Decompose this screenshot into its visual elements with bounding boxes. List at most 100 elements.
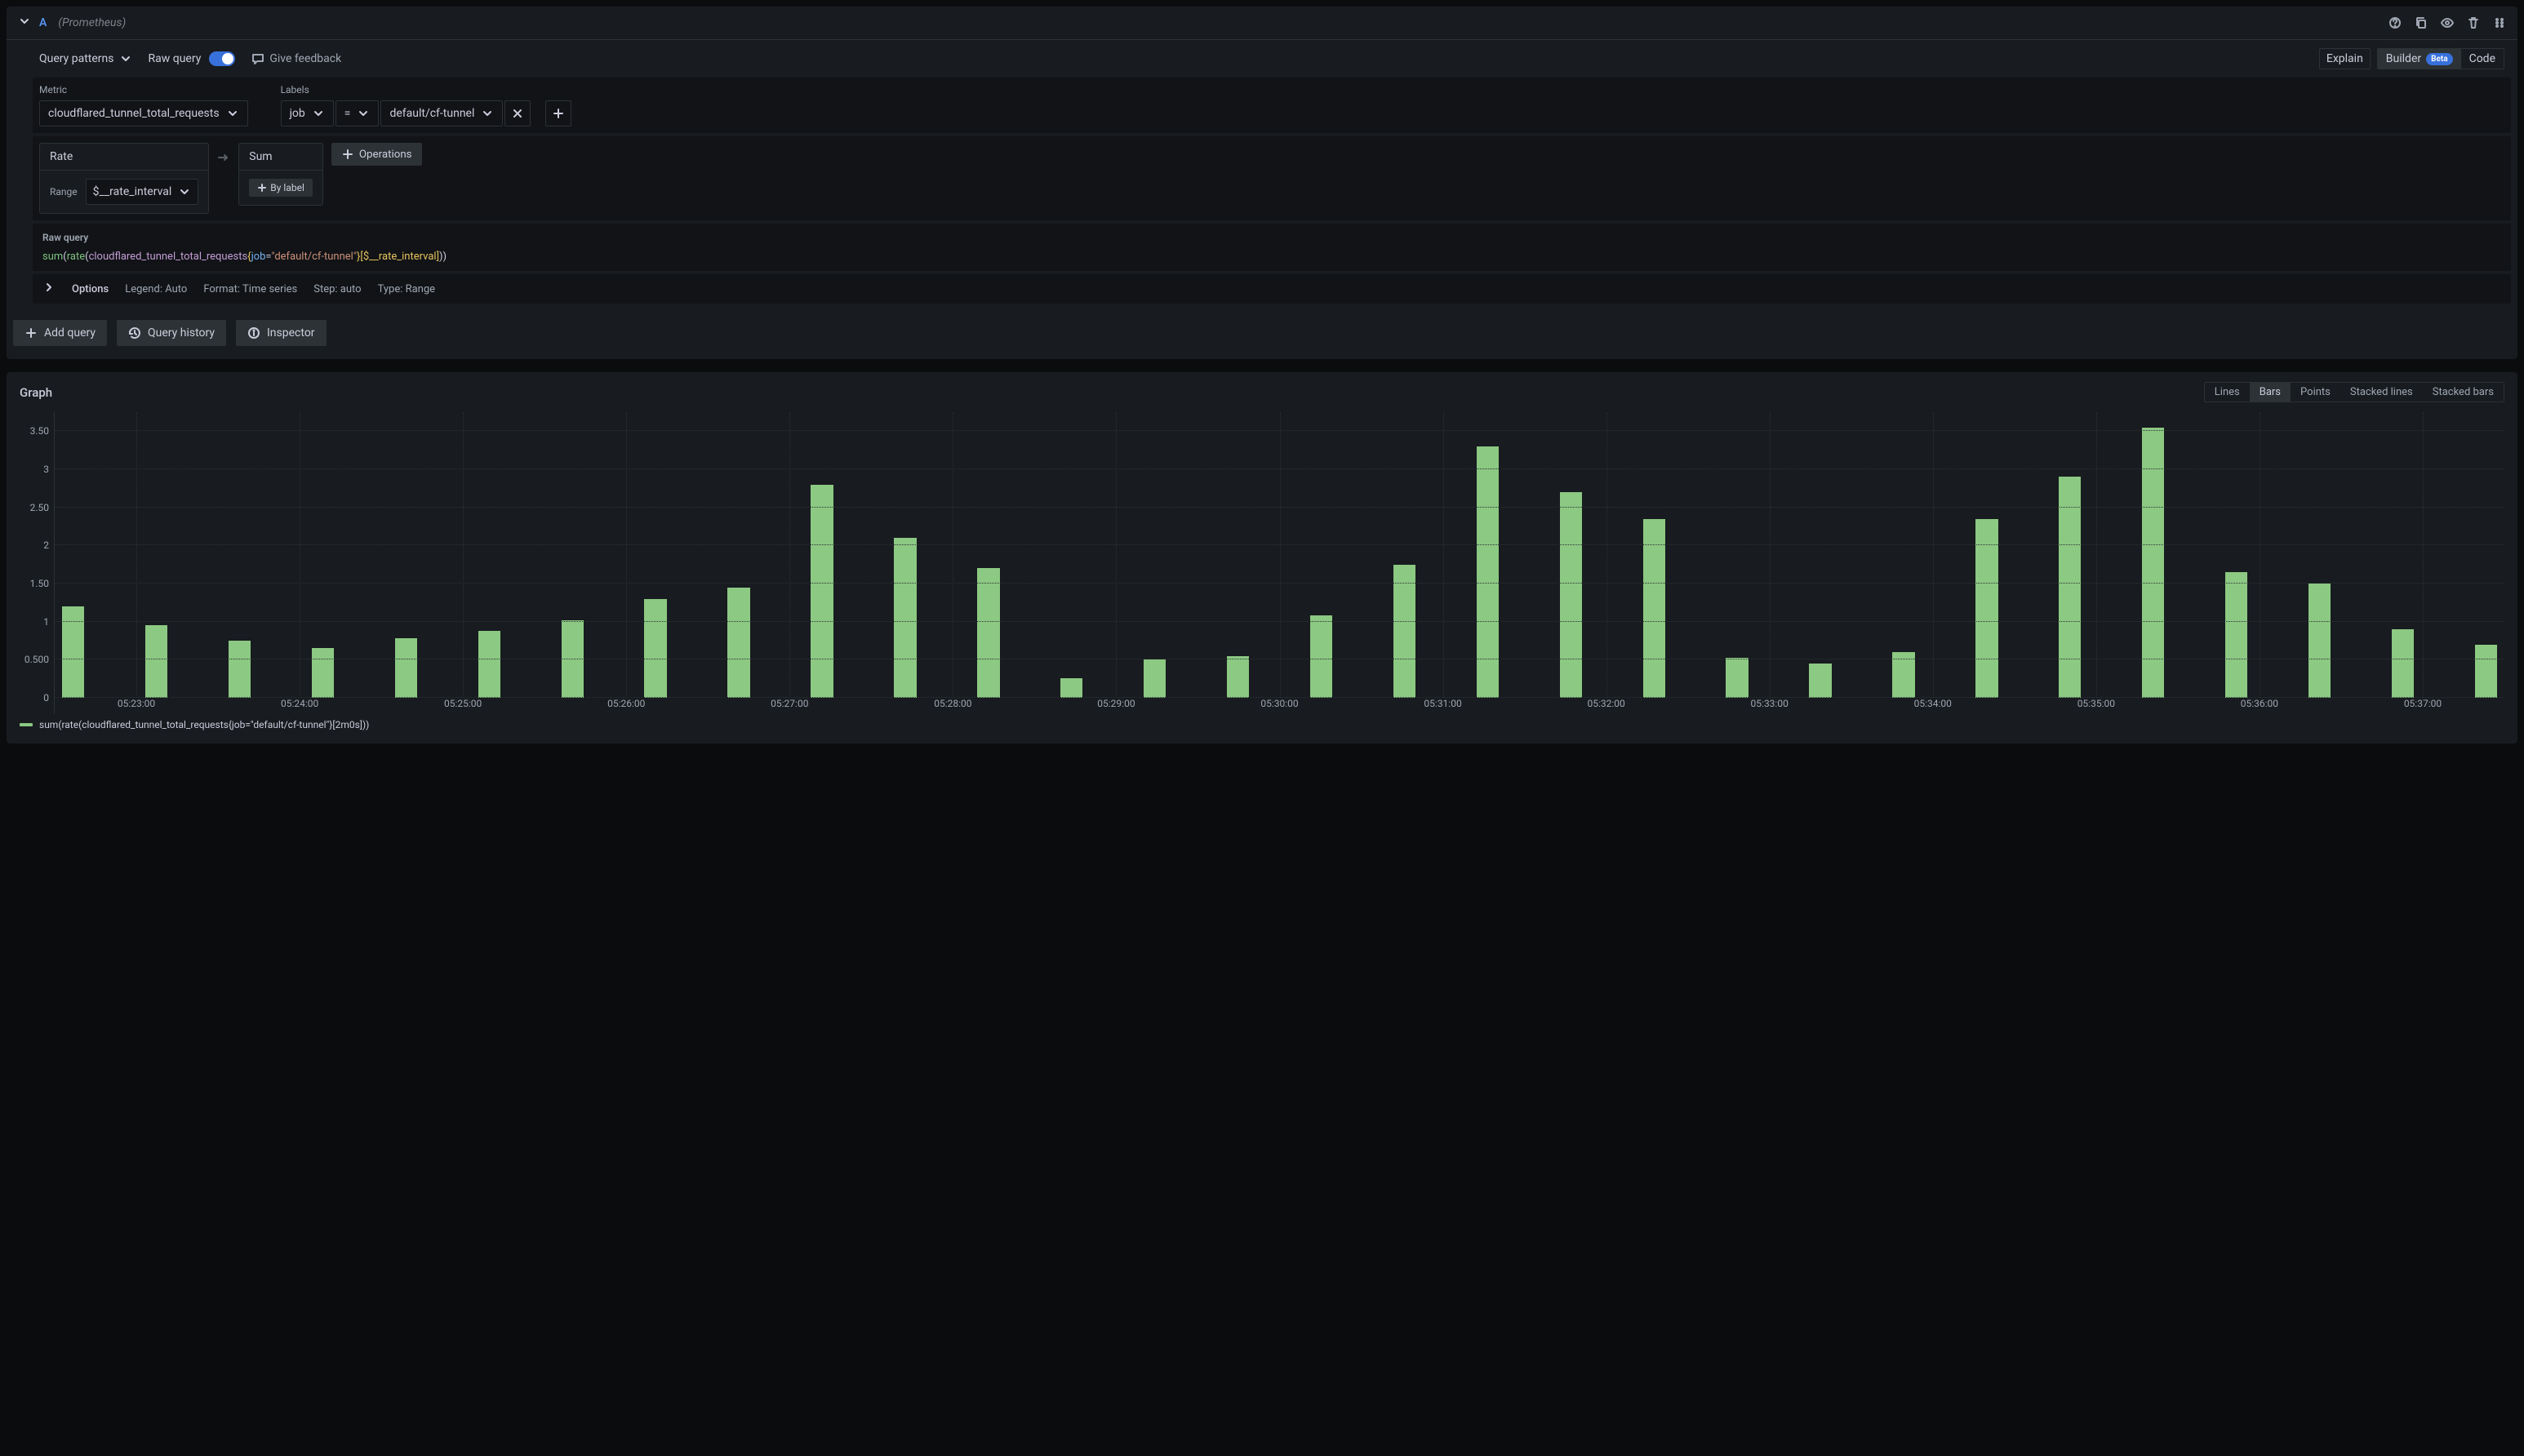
delete-button[interactable] bbox=[2464, 13, 2483, 33]
x-tick-label: 05:23:00 bbox=[118, 698, 155, 709]
arrow-connector bbox=[217, 143, 230, 164]
plot-area: 05:23:0005:24:0005:25:0005:26:0005:27:00… bbox=[54, 412, 2504, 714]
chart-bar bbox=[1144, 659, 1166, 698]
y-tick-label: 0 bbox=[43, 692, 49, 704]
help-button[interactable] bbox=[2385, 13, 2405, 33]
raw-query-toggle[interactable] bbox=[209, 51, 235, 66]
options-step: Step: auto bbox=[313, 283, 361, 295]
grid-vline bbox=[1933, 412, 1934, 698]
x-tick-label: 05:28:00 bbox=[934, 698, 971, 709]
explain-link[interactable]: Explain bbox=[2319, 48, 2371, 69]
collapse-query-button[interactable] bbox=[15, 11, 34, 34]
x-tick-label: 05:30:00 bbox=[1260, 698, 1298, 709]
chart-area: 00.50011.5022.5033.50 05:23:0005:24:0005… bbox=[20, 412, 2504, 714]
trash-icon bbox=[2467, 16, 2480, 29]
chart-bar bbox=[2308, 584, 2331, 698]
label-op-value: = bbox=[344, 107, 351, 120]
grid-vline bbox=[2423, 412, 2424, 698]
help-circle-icon bbox=[2388, 16, 2402, 29]
y-tick-label: 3.50 bbox=[30, 425, 49, 437]
query-history-button[interactable]: Query history bbox=[117, 320, 226, 346]
sum-operation-card: Sum By label bbox=[238, 143, 323, 206]
graph-mode-stacked-lines[interactable]: Stacked lines bbox=[2340, 383, 2423, 402]
raw-query-code: sum(rate(cloudflared_tunnel_total_reques… bbox=[42, 248, 2501, 263]
add-query-button[interactable]: Add query bbox=[13, 320, 107, 346]
graph-mode-stacked-bars[interactable]: Stacked bars bbox=[2423, 383, 2504, 402]
legend-text: sum(rate(cloudflared_tunnel_total_reques… bbox=[39, 719, 369, 730]
x-tick-label: 05:25:00 bbox=[444, 698, 482, 709]
rate-operation-card: Rate Range $__rate_interval bbox=[39, 143, 209, 214]
add-query-label: Add query bbox=[44, 326, 96, 340]
grid-vline bbox=[1770, 412, 1771, 698]
grid-vline bbox=[1606, 412, 1607, 698]
y-tick-label: 2.50 bbox=[30, 502, 49, 513]
plus-icon bbox=[552, 107, 565, 120]
chevron-down-icon bbox=[119, 52, 132, 65]
inspector-button[interactable]: Inspector bbox=[236, 320, 327, 346]
datasource-name: (Prometheus) bbox=[58, 16, 126, 29]
x-tick-label: 05:24:00 bbox=[281, 698, 318, 709]
options-label: Options bbox=[72, 283, 109, 295]
chart-bar bbox=[811, 485, 833, 698]
graph-mode-bars[interactable]: Bars bbox=[2250, 383, 2291, 402]
inspector-label: Inspector bbox=[267, 326, 315, 340]
chart-bar bbox=[1726, 658, 1748, 698]
x-tick-label: 05:31:00 bbox=[1424, 698, 1461, 709]
chart-bar bbox=[1809, 664, 1831, 698]
by-label-button[interactable]: By label bbox=[249, 179, 313, 197]
y-tick-label: 1.50 bbox=[30, 578, 49, 589]
metric-select[interactable]: cloudflared_tunnel_total_requests bbox=[39, 100, 248, 127]
chart-bar bbox=[1393, 565, 1415, 698]
info-icon bbox=[247, 326, 260, 340]
raw-query-title: Raw query bbox=[42, 232, 2501, 243]
give-feedback-button[interactable]: Give feedback bbox=[251, 52, 341, 65]
expand-options-button[interactable] bbox=[42, 281, 56, 297]
y-tick-label: 2 bbox=[43, 539, 49, 551]
graph-mode-points[interactable]: Points bbox=[2291, 383, 2340, 402]
legend-swatch bbox=[20, 723, 33, 726]
chart-bar bbox=[2059, 477, 2081, 698]
tab-code[interactable]: Code bbox=[2461, 49, 2504, 69]
drag-handle[interactable] bbox=[2490, 13, 2509, 33]
chart-bar bbox=[1975, 519, 1997, 698]
duplicate-button[interactable] bbox=[2411, 13, 2431, 33]
remove-label-button[interactable] bbox=[504, 100, 531, 127]
range-select[interactable]: $__rate_interval bbox=[86, 179, 199, 205]
toggle-visibility-button[interactable] bbox=[2437, 13, 2457, 33]
chart-bar bbox=[312, 648, 334, 698]
range-label: Range bbox=[50, 186, 78, 198]
query-patterns-button[interactable]: Query patterns bbox=[39, 52, 132, 65]
label-value-select[interactable]: default/cf-tunnel bbox=[380, 100, 503, 127]
label-key-select[interactable]: job bbox=[281, 100, 334, 127]
eye-icon bbox=[2441, 16, 2454, 29]
copy-icon bbox=[2415, 16, 2428, 29]
graph-title: Graph bbox=[20, 385, 52, 400]
chart-bar bbox=[478, 631, 500, 698]
x-tick-label: 05:27:00 bbox=[771, 698, 808, 709]
metric-field-label: Metric bbox=[39, 84, 248, 95]
plus-icon bbox=[257, 183, 267, 193]
chart-bar bbox=[1643, 519, 1665, 698]
chart-bar bbox=[1060, 678, 1082, 698]
toggle-knob bbox=[222, 53, 233, 64]
metric-value: cloudflared_tunnel_total_requests bbox=[48, 107, 220, 120]
chart-bar bbox=[1227, 656, 1249, 698]
add-label-button[interactable] bbox=[545, 100, 571, 127]
grid-vline bbox=[626, 412, 627, 698]
graph-mode-lines[interactable]: Lines bbox=[2205, 383, 2250, 402]
chart-bar bbox=[395, 638, 417, 698]
add-operations-button[interactable]: Operations bbox=[331, 143, 422, 166]
comment-icon bbox=[251, 52, 264, 65]
builder-tab-label: Builder bbox=[2386, 52, 2421, 65]
chart-bar bbox=[977, 568, 999, 698]
grid-vline bbox=[463, 412, 464, 698]
x-axis: 05:23:0005:24:0005:25:0005:26:0005:27:00… bbox=[55, 698, 2504, 714]
labels-field-label: Labels bbox=[281, 84, 572, 95]
y-tick-label: 1 bbox=[43, 616, 49, 628]
label-op-select[interactable]: = bbox=[335, 100, 380, 127]
tab-builder[interactable]: Builder Beta bbox=[2378, 49, 2461, 69]
options-type: Type: Range bbox=[378, 283, 435, 295]
chevron-right-icon bbox=[42, 281, 56, 294]
chart-bar bbox=[145, 625, 167, 698]
chevron-down-icon bbox=[178, 185, 191, 198]
